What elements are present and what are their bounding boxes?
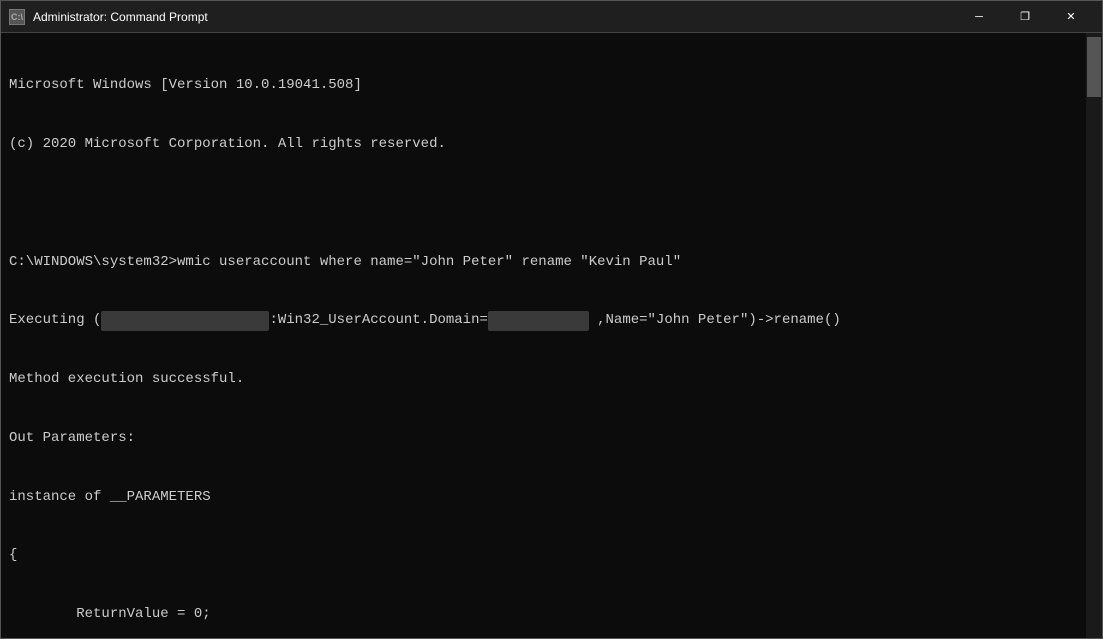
titlebar: C:\ Administrator: Command Prompt ─ ❐ ✕ <box>1 1 1102 33</box>
scrollbar-thumb[interactable] <box>1087 37 1101 97</box>
app-icon: C:\ <box>9 9 25 25</box>
redacted-2 <box>488 311 589 331</box>
console-output[interactable]: Microsoft Windows [Version 10.0.19041.50… <box>1 33 1086 638</box>
line-4: C:\WINDOWS\system32>wmic useraccount whe… <box>9 253 1078 273</box>
line-8: instance of __PARAMETERS <box>9 488 1078 508</box>
minimize-button[interactable]: ─ <box>956 1 1002 33</box>
line-7: Out Parameters: <box>9 429 1078 449</box>
window-controls: ─ ❐ ✕ <box>956 1 1094 33</box>
line-9: { <box>9 546 1078 566</box>
console-area: Microsoft Windows [Version 10.0.19041.50… <box>1 33 1102 638</box>
line-10: ReturnValue = 0; <box>9 605 1078 625</box>
close-button[interactable]: ✕ <box>1048 1 1094 33</box>
line-1: Microsoft Windows [Version 10.0.19041.50… <box>9 76 1078 96</box>
scrollbar[interactable] <box>1086 33 1102 638</box>
line-3 <box>9 194 1078 214</box>
redacted-1 <box>101 311 269 331</box>
window-title: Administrator: Command Prompt <box>33 10 956 24</box>
cmd-window: C:\ Administrator: Command Prompt ─ ❐ ✕ … <box>0 0 1103 639</box>
line-2: (c) 2020 Microsoft Corporation. All righ… <box>9 135 1078 155</box>
line-6: Method execution successful. <box>9 370 1078 390</box>
line-5: Executing ( :Win32_UserAccount.Domain= ,… <box>9 311 1078 331</box>
restore-button[interactable]: ❐ <box>1002 1 1048 33</box>
